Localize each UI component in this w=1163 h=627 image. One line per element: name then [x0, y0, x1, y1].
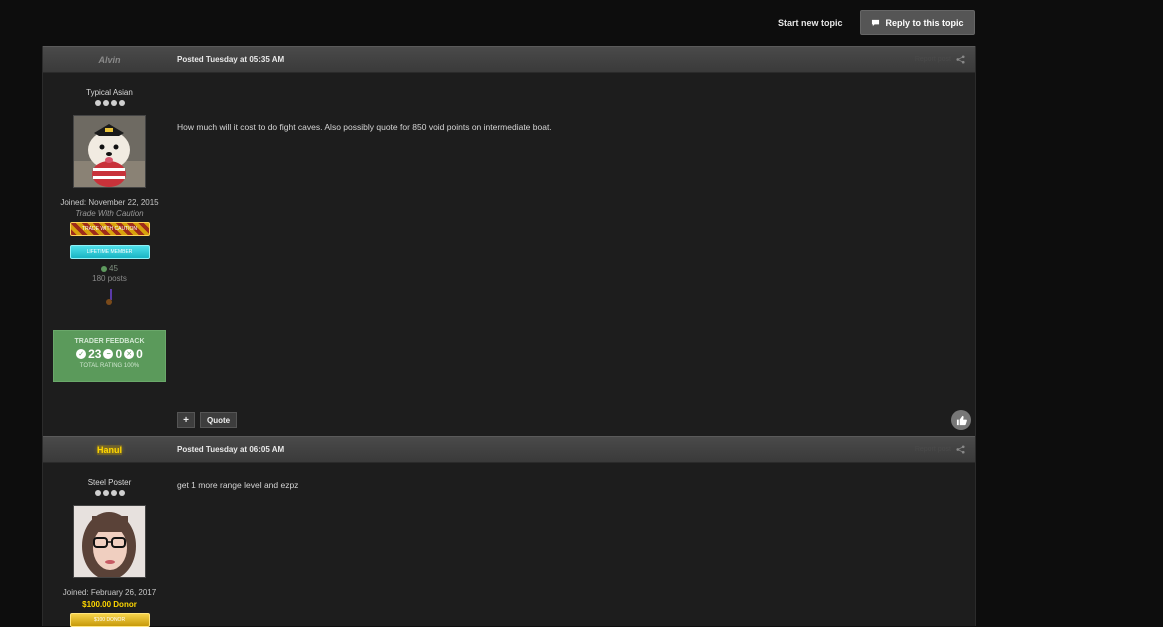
start-new-topic-link[interactable]: Start new topic	[778, 18, 843, 28]
share-icon[interactable]	[956, 445, 965, 454]
x-icon: ✕	[124, 349, 135, 359]
donor-status: $100.00 Donor	[82, 600, 137, 609]
post-content: get 1 more range level and ezpz	[177, 480, 299, 490]
minus-icon: −	[103, 349, 114, 359]
post-count: 180 posts	[92, 274, 127, 283]
join-date: Joined: November 22, 2015	[60, 198, 159, 207]
post-content: How much will it cost to do fight caves.…	[177, 122, 552, 132]
post-header: Alvin Posted Tuesday at 05:35 AM Report …	[43, 46, 975, 73]
trader-feedback-box[interactable]: TRADER FEEDBACK ✓ 23 − 0 ✕ 0 TOTAL RATIN…	[53, 330, 166, 382]
quote-button[interactable]: Quote	[200, 412, 238, 428]
author-info-panel: Typical Asian Joined: November 22, 2015 …	[43, 88, 176, 382]
reply-button-label: Reply to this topic	[885, 17, 964, 28]
lifetime-member-badge: LIFETIME MEMBER	[69, 245, 150, 259]
rank-pips	[43, 490, 176, 496]
report-post-link[interactable]: Report post	[915, 446, 951, 453]
like-button[interactable]	[951, 410, 971, 430]
forum-post: Hanul Posted Tuesday at 06:05 AM Report …	[42, 436, 976, 627]
multiquote-button[interactable]: +	[177, 412, 195, 428]
avatar[interactable]	[73, 115, 146, 188]
member-rank: Typical Asian	[86, 88, 133, 97]
author-name-wrap: Hanul	[43, 445, 176, 455]
post-header: Hanul Posted Tuesday at 06:05 AM Report …	[43, 436, 975, 463]
rank-pip	[110, 100, 117, 106]
rank-pip	[118, 100, 125, 106]
feedback-title: TRADER FEEDBACK	[74, 338, 145, 345]
forum-post: Alvin Posted Tuesday at 05:35 AM Report …	[42, 46, 976, 436]
comment-icon	[872, 19, 880, 26]
feedback-negative: 0	[136, 347, 143, 361]
share-icon[interactable]	[956, 55, 965, 64]
reputation: 45	[43, 264, 176, 273]
author-name-link[interactable]: Hanul	[96, 445, 122, 455]
topic-action-bar: Start new topic Reply to this topic	[0, 0, 1163, 46]
check-icon: ✓	[76, 349, 87, 359]
plus-circle-icon	[101, 265, 108, 272]
donor-badge: $100 DONOR	[69, 613, 150, 627]
feedback-neutral: 0	[115, 347, 123, 361]
report-post-link[interactable]: Report post	[915, 56, 951, 63]
feedback-counts: ✓ 23 − 0 ✕ 0	[54, 347, 165, 361]
post-actions: + Quote	[177, 412, 238, 428]
rank-pip	[94, 490, 101, 496]
rank-pip	[94, 100, 101, 106]
rank-pip	[118, 490, 125, 496]
rank-pip	[110, 490, 117, 496]
game-item-icon	[105, 289, 112, 305]
feedback-total: TOTAL RATING 100%	[79, 363, 140, 369]
person-avatar-image	[74, 506, 145, 577]
member-status: Trade With Caution	[75, 209, 144, 218]
feedback-positive: 23	[88, 347, 102, 361]
author-name-link[interactable]: Alvin	[43, 55, 176, 65]
dog-avatar-image	[74, 116, 145, 187]
post-date: Posted Tuesday at 05:35 AM	[177, 55, 285, 64]
rank-pip	[102, 490, 109, 496]
join-date: Joined: February 26, 2017	[62, 588, 157, 597]
post-date: Posted Tuesday at 06:05 AM	[177, 445, 285, 454]
thumbs-up-icon	[956, 415, 967, 425]
author-info-panel: Steel Poster Joined: February 26, 2017 $…	[43, 478, 176, 627]
reply-to-topic-button[interactable]: Reply to this topic	[860, 10, 975, 35]
reputation-count: 45	[109, 264, 118, 273]
rank-pip	[102, 100, 109, 106]
rank-pips	[43, 100, 176, 106]
member-rank: Steel Poster	[87, 478, 132, 487]
trade-caution-badge: TRADE WITH CAUTION	[69, 222, 150, 236]
avatar[interactable]	[73, 505, 146, 578]
